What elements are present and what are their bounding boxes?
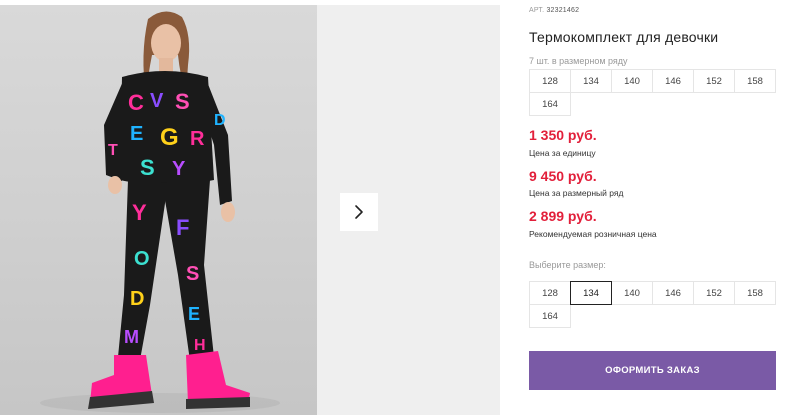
svg-text:D: D	[214, 112, 226, 129]
assortment-size-item: 128	[529, 69, 571, 93]
svg-text:H: H	[194, 337, 206, 354]
svg-text:Y: Y	[172, 158, 186, 180]
svg-text:T: T	[108, 142, 118, 159]
svg-text:M: M	[124, 327, 139, 347]
assortment-size-item: 134	[570, 69, 612, 93]
size-option-140[interactable]: 140	[611, 281, 653, 305]
size-option-152[interactable]: 152	[693, 281, 735, 305]
size-option-128[interactable]: 128	[529, 281, 571, 305]
retail-price: 2 899 руб.	[529, 208, 597, 224]
svg-text:F: F	[176, 215, 189, 240]
sku-line: АРТ. 32321462	[529, 7, 579, 14]
assortment-size-item: 164	[529, 92, 571, 116]
sku-value: 32321462	[546, 7, 580, 14]
unit-price: 1 350 руб.	[529, 127, 597, 143]
size-option-146[interactable]: 146	[652, 281, 694, 305]
place-order-button[interactable]: ОФОРМИТЬ ЗАКАЗ	[529, 351, 776, 390]
assortment-caption: 7 шт. в размерном ряду	[529, 56, 628, 66]
svg-text:O: O	[134, 248, 150, 270]
size-picker-caption: Выберите размер:	[529, 260, 606, 270]
svg-text:C: C	[128, 90, 144, 115]
svg-text:Y: Y	[132, 200, 147, 225]
product-photo: C V S E G R S Y T D Y F O S D E M H	[0, 5, 317, 415]
row-price-note: Цена за размерный ряд	[529, 188, 624, 198]
size-picker: 128 134 140 146 152 158 164	[529, 281, 781, 328]
svg-text:S: S	[175, 89, 190, 114]
unit-price-note: Цена за единицу	[529, 148, 596, 158]
product-title: Термокомплект для девочки	[529, 29, 719, 45]
gallery-next-button[interactable]	[340, 193, 378, 231]
assortment-size-item: 152	[693, 69, 735, 93]
svg-text:E: E	[188, 304, 200, 324]
svg-text:E: E	[130, 123, 143, 145]
assortment-size-item: 140	[611, 69, 653, 93]
svg-text:R: R	[190, 128, 205, 150]
svg-text:S: S	[186, 263, 199, 285]
size-option-164[interactable]: 164	[529, 304, 571, 328]
size-option-158[interactable]: 158	[734, 281, 776, 305]
row-price: 9 450 руб.	[529, 168, 597, 184]
sku-label: АРТ.	[529, 7, 545, 14]
svg-text:S: S	[140, 155, 155, 180]
girl-in-thermal-set-image: C V S E G R S Y T D Y F O S D E M H	[40, 11, 280, 413]
assortment-size-list: 128 134 140 146 152 158 164	[529, 69, 781, 116]
chevron-right-icon	[355, 205, 363, 219]
size-option-134[interactable]: 134	[570, 281, 612, 305]
retail-price-note: Рекомендуемая розничная цена	[529, 229, 657, 239]
product-gallery: C V S E G R S Y T D Y F O S D E M H	[0, 0, 500, 415]
svg-text:D: D	[130, 288, 144, 310]
svg-text:V: V	[150, 90, 164, 112]
svg-text:G: G	[160, 124, 179, 151]
assortment-size-item: 146	[652, 69, 694, 93]
assortment-size-item: 158	[734, 69, 776, 93]
